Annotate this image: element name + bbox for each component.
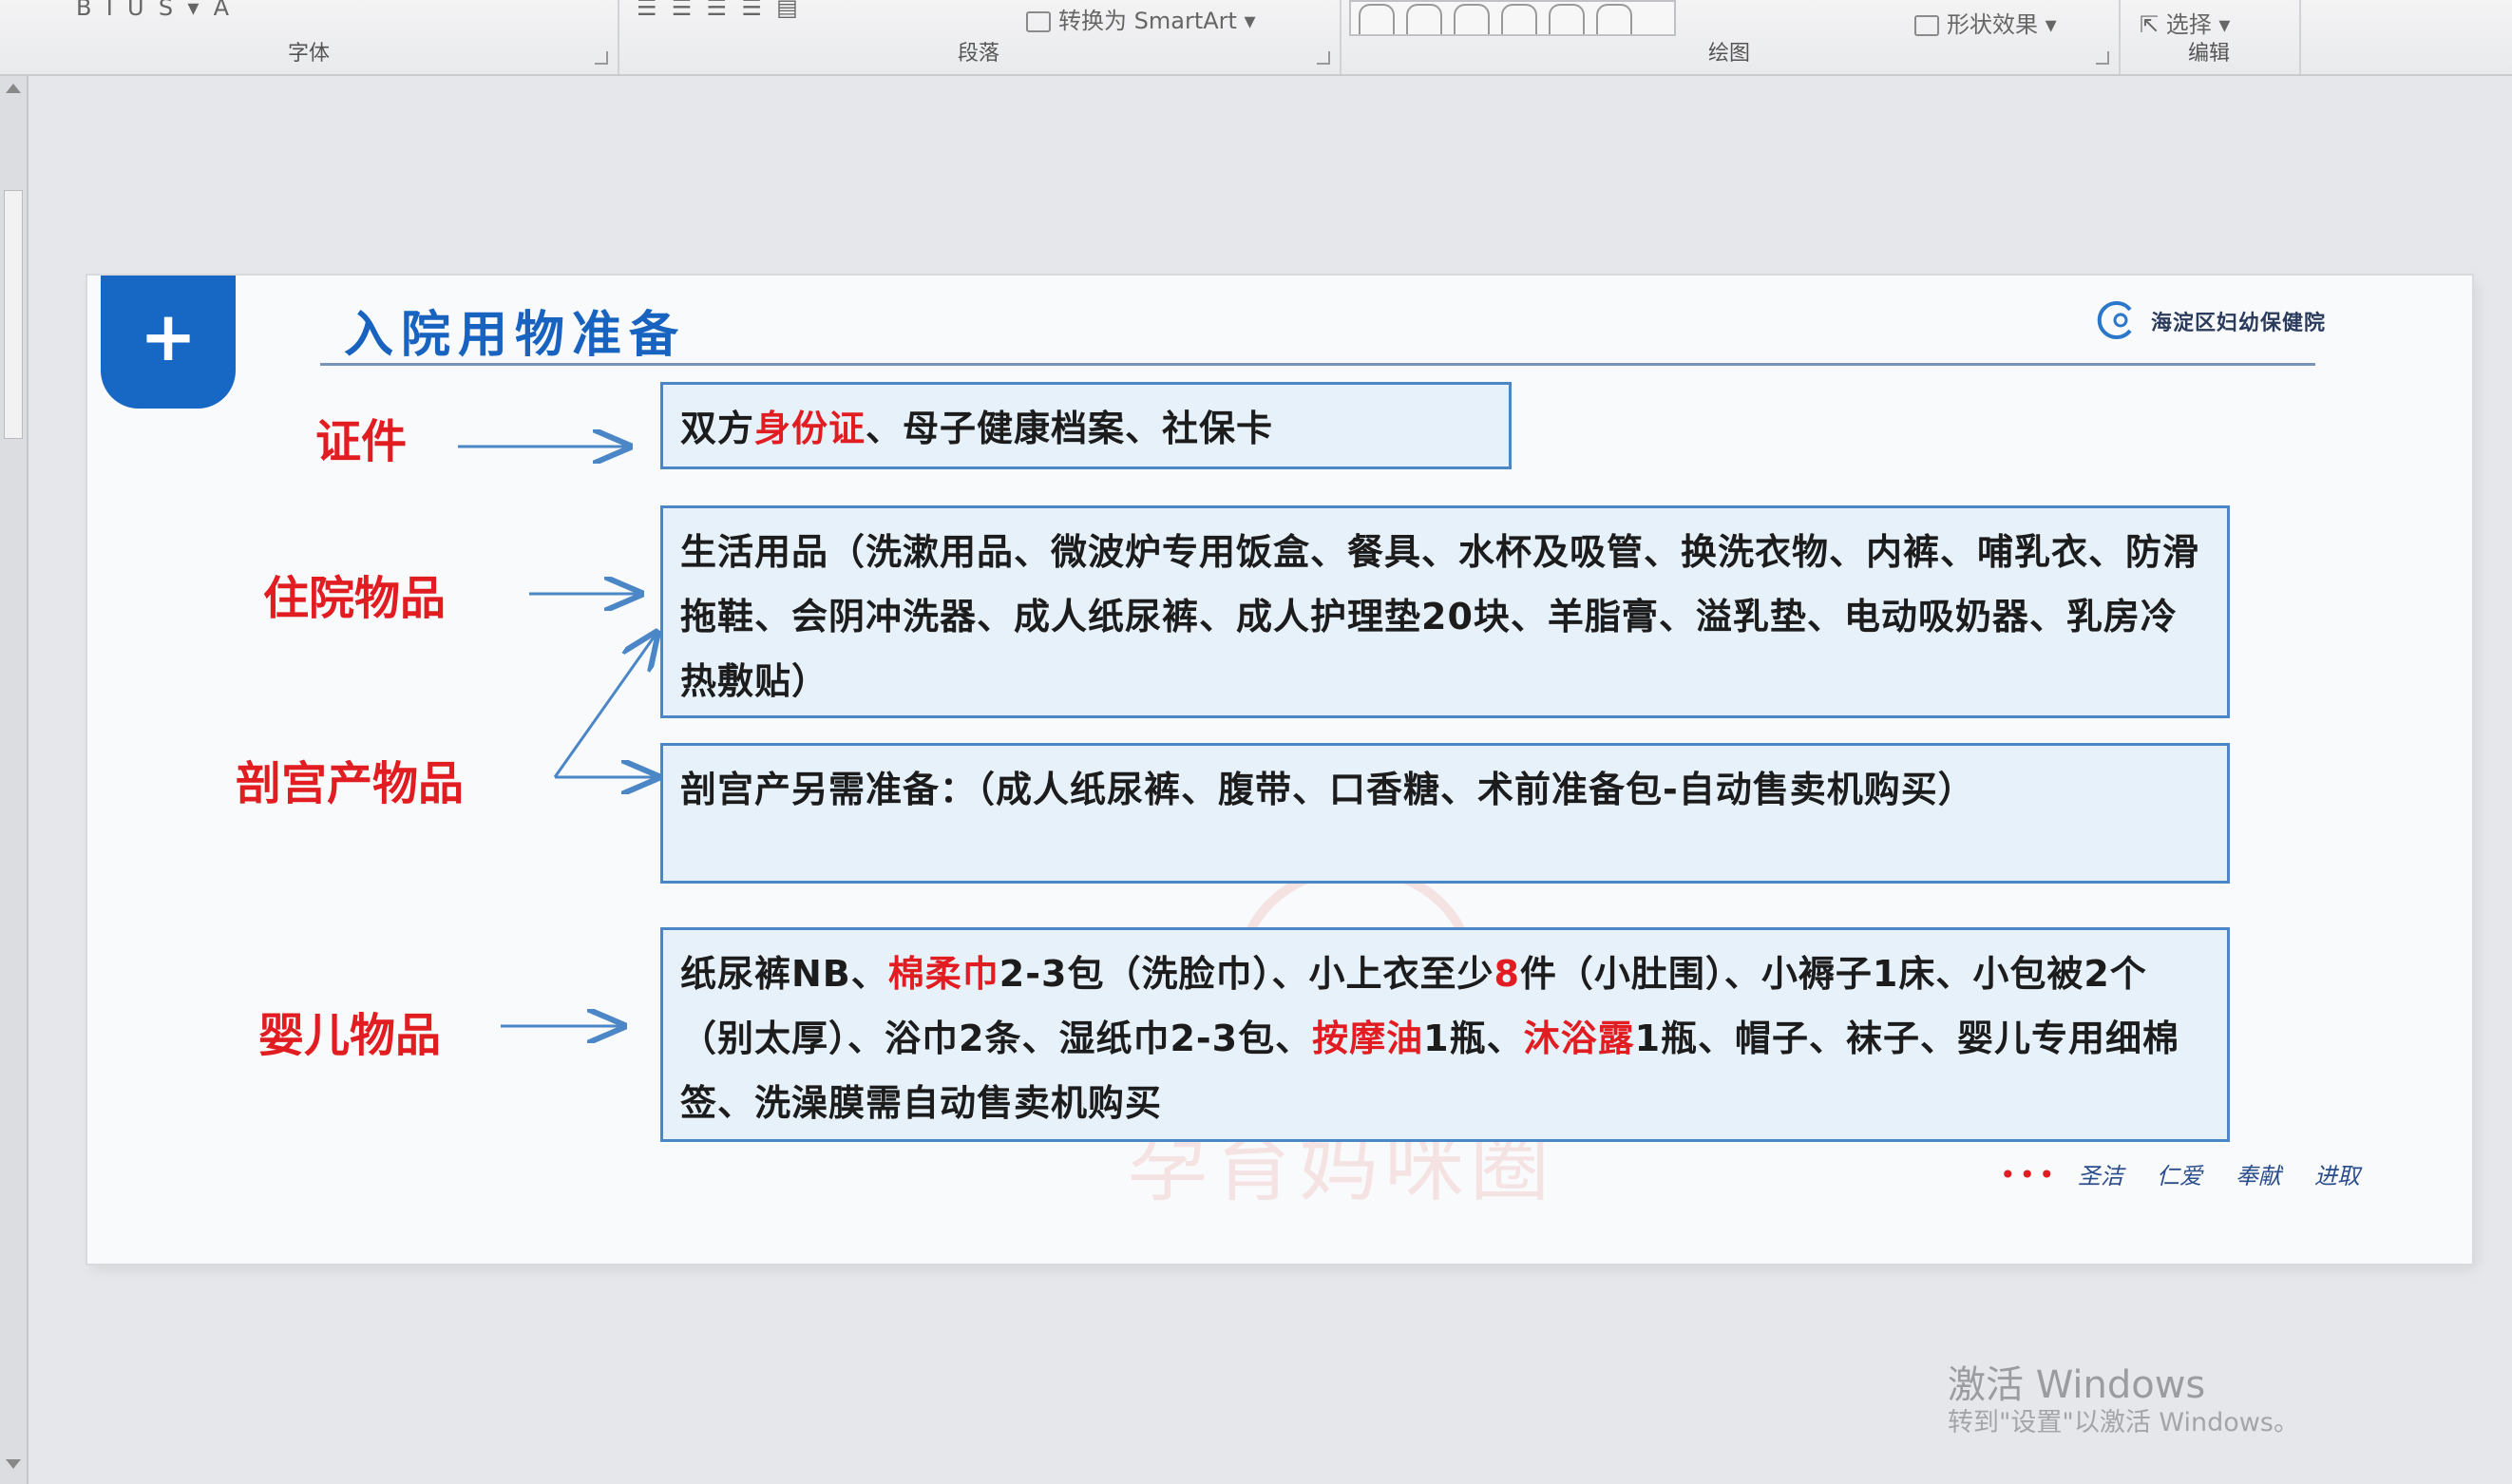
footer-dots: ••• xyxy=(2000,1159,2059,1190)
body-text: 纸尿裤NB、 xyxy=(680,953,888,995)
convert-smartart-button[interactable]: 转换为 SmartArt ▾ xyxy=(1026,2,1256,35)
shape-effects-icon xyxy=(1914,15,1939,36)
ribbon: B I U S ▾ A 字体 ☰ ☰ ☰ ☰ ▤ 转换为 SmartArt ▾ … xyxy=(0,0,2512,76)
paragraph-align-buttons[interactable]: ☰ ☰ ☰ ☰ ▤ xyxy=(637,0,798,21)
dialog-launcher-icon[interactable] xyxy=(595,51,608,65)
shape-icon[interactable] xyxy=(1501,4,1537,34)
footer-word: 奉献 xyxy=(2236,1163,2281,1189)
footer-word: 仁爱 xyxy=(2157,1163,2202,1189)
highlight-text: 棉柔巾 xyxy=(887,953,999,995)
ribbon-group-label: 编辑 xyxy=(2187,42,2230,66)
smartart-icon xyxy=(1026,11,1051,32)
body-text: 双方 xyxy=(680,408,755,449)
footer-word: 进取 xyxy=(2314,1163,2360,1189)
highlight-text: 身份证 xyxy=(754,408,866,449)
content-box-c-section-items[interactable]: 剖宫产另需准备：（成人纸尿裤、腹带、口香糖、术前准备包-自动售卖机购买） xyxy=(660,743,2230,884)
body-text: 生活用品（洗漱用品、微波炉专用饭盒、餐具、水杯及吸管、换洗衣物、内裤、哺乳衣、防… xyxy=(680,531,2200,702)
slide-canvas[interactable]: + 入院用物准备 海淀区妇幼保健院 孕育妈咪圈 证件 住院物品 剖宫产物品 婴儿… xyxy=(87,276,2472,1264)
content-box-hospital-items[interactable]: 生活用品（洗漱用品、微波炉专用饭盒、餐具、水杯及吸管、换洗衣物、内裤、哺乳衣、防… xyxy=(660,505,2230,718)
shape-icon[interactable] xyxy=(1406,4,1442,34)
ribbon-group-label: 字体 xyxy=(287,42,330,66)
body-text: 2-3包（洗脸巾）、小上衣至少 xyxy=(999,953,1494,995)
shapes-gallery[interactable] xyxy=(1349,0,1676,36)
ribbon-group-font: B I U S ▾ A 字体 xyxy=(0,0,619,74)
scroll-down-icon[interactable] xyxy=(6,1459,21,1469)
font-format-buttons[interactable]: B I U S ▾ A xyxy=(76,0,229,21)
dialog-launcher-icon[interactable] xyxy=(2096,51,2109,65)
shape-effects-button[interactable]: 形状效果 ▾ xyxy=(1914,6,2057,39)
content-box-documents[interactable]: 双方身份证、母子健康档案、社保卡 xyxy=(660,382,1512,469)
select-button[interactable]: ⇱ 选择 ▾ xyxy=(2140,6,2230,39)
shape-icon[interactable] xyxy=(1549,4,1585,34)
cursor-icon: ⇱ xyxy=(2140,11,2160,38)
highlight-text: 沐浴露 xyxy=(1523,1018,1635,1059)
footer-word: 圣洁 xyxy=(2078,1163,2123,1189)
body-text: 、母子健康档案、社保卡 xyxy=(866,408,1274,449)
ribbon-group-label: 段落 xyxy=(957,42,999,66)
ribbon-group-editing: ⇱ 选择 ▾ 编辑 xyxy=(2119,0,2301,74)
activate-windows-subtitle: 转到"设置"以激活 Windows。 xyxy=(1948,1408,2299,1437)
highlight-text: 8 xyxy=(1494,953,1520,995)
ribbon-group-label: 绘图 xyxy=(1707,42,1750,66)
highlight-text: 按摩油 xyxy=(1312,1018,1424,1059)
vertical-scrollbar[interactable] xyxy=(0,76,29,1484)
body-text: 1瓶、 xyxy=(1423,1018,1524,1059)
ribbon-group-drawing: 形状效果 ▾ 绘图 xyxy=(1340,0,2121,74)
content-box-baby-items[interactable]: 纸尿裤NB、棉柔巾2-3包（洗脸巾）、小上衣至少8件（小肚围）、小褥子1床、小包… xyxy=(660,927,2230,1142)
scroll-up-icon[interactable] xyxy=(6,84,21,93)
shape-icon[interactable] xyxy=(1359,4,1395,34)
dialog-launcher-icon[interactable] xyxy=(1317,51,1330,65)
body-text: 剖宫产另需准备：（成人纸尿裤、腹带、口香糖、术前准备包-自动售卖机购买） xyxy=(680,769,1975,810)
shape-icon[interactable] xyxy=(1596,4,1632,34)
ribbon-group-paragraph: ☰ ☰ ☰ ☰ ▤ 转换为 SmartArt ▾ 段落 xyxy=(618,0,1342,74)
scroll-thumb[interactable] xyxy=(4,190,23,439)
shape-icon[interactable] xyxy=(1454,4,1490,34)
